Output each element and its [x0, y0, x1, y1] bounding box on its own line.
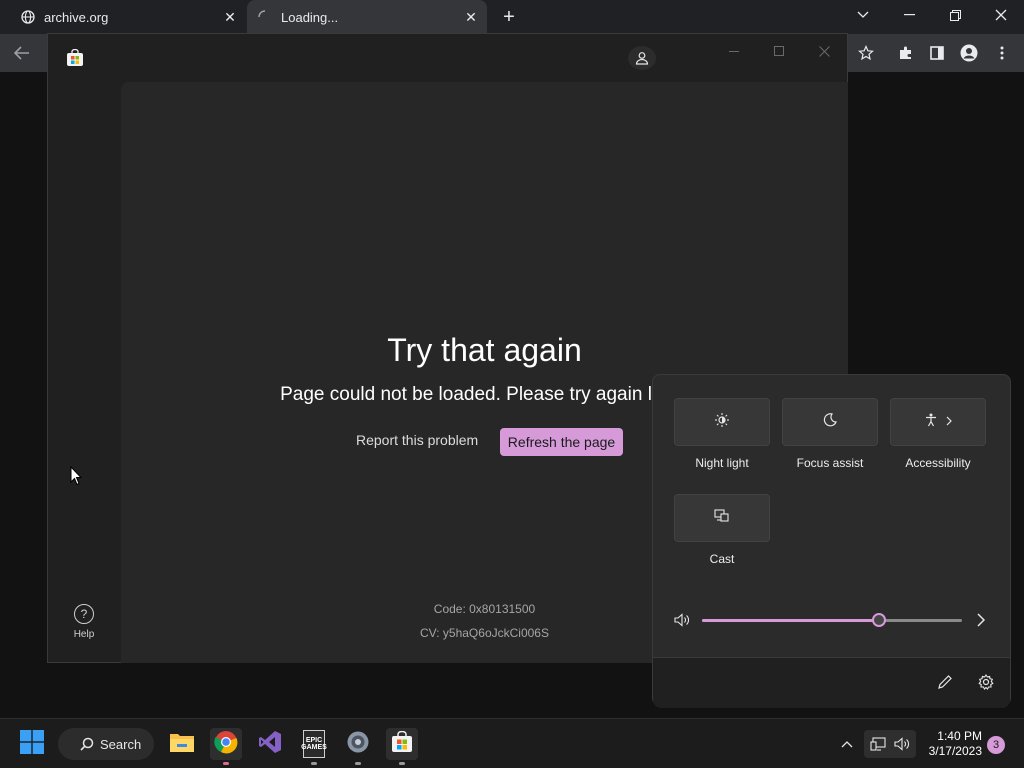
- running-indicator: [355, 762, 361, 765]
- tab-archive[interactable]: archive.org ✕: [10, 0, 246, 34]
- back-arrow-icon[interactable]: [9, 40, 35, 66]
- volume-slider-thumb[interactable]: [872, 613, 886, 627]
- running-indicator: [223, 762, 229, 765]
- accessibility-toggle[interactable]: [890, 398, 986, 446]
- night-light-label: Night light: [695, 456, 749, 470]
- cast-toggle[interactable]: [674, 494, 770, 542]
- question-mark-icon: ?: [74, 604, 94, 624]
- error-title: Try that again: [387, 332, 582, 368]
- restore-icon[interactable]: [932, 0, 978, 30]
- settings-app-gear-icon: [346, 730, 370, 759]
- browser-tab-strip: archive.org ✕ Loading... ✕ +: [0, 0, 1024, 34]
- night-light-toggle[interactable]: [674, 398, 770, 446]
- windows-logo-icon: [20, 729, 44, 759]
- chrome-icon: [214, 730, 238, 759]
- side-panel-icon[interactable]: [924, 40, 950, 66]
- start-button[interactable]: [16, 728, 48, 760]
- volume-slider[interactable]: [702, 613, 962, 627]
- refresh-page-button[interactable]: Refresh the page: [500, 428, 623, 456]
- microsoft-store-icon: [391, 730, 413, 758]
- moon-icon: [823, 412, 837, 432]
- running-indicator: [399, 762, 405, 765]
- mouse-cursor-icon: [70, 465, 83, 491]
- search-icon: [80, 737, 94, 751]
- store-title-bar: [48, 34, 847, 82]
- clock[interactable]: 1:40 PM 3/17/2023: [918, 729, 982, 759]
- store-close-icon[interactable]: [806, 38, 842, 64]
- settings-app-button[interactable]: [342, 728, 374, 765]
- network-volume-tray[interactable]: [864, 730, 916, 758]
- tab-search-chevron-icon[interactable]: [840, 0, 886, 30]
- file-explorer-button[interactable]: [166, 728, 198, 760]
- brightness-icon: [714, 412, 730, 433]
- new-tab-button[interactable]: +: [498, 6, 520, 28]
- globe-icon: [20, 9, 36, 25]
- clock-date: 3/17/2023: [928, 744, 982, 758]
- taskbar: Search EPIC GAMES 1:40 PM 3/17/2023 3: [0, 718, 1024, 768]
- tab-title: Loading...: [281, 9, 339, 25]
- edit-pencil-icon[interactable]: [937, 674, 953, 695]
- help-button[interactable]: ? Help: [72, 604, 96, 640]
- tab-close-icon[interactable]: ✕: [461, 7, 481, 27]
- store-maximize-icon[interactable]: [761, 38, 797, 64]
- search-label: Search: [100, 736, 142, 752]
- accessibility-icon: [924, 413, 938, 432]
- running-indicator: [311, 762, 317, 765]
- accessibility-label: Accessibility: [905, 456, 971, 470]
- epic-games-button[interactable]: EPIC GAMES: [298, 728, 330, 765]
- cast-icon: [714, 508, 730, 528]
- close-window-icon[interactable]: [978, 0, 1024, 30]
- microsoft-store-button[interactable]: [386, 728, 418, 765]
- taskbar-search[interactable]: Search: [58, 728, 154, 760]
- tray-overflow-chevron-icon[interactable]: [836, 733, 858, 755]
- notification-badge[interactable]: 3: [987, 736, 1005, 754]
- cast-label: Cast: [709, 552, 735, 566]
- store-logo-icon: [66, 48, 84, 67]
- extensions-puzzle-icon[interactable]: [893, 40, 919, 66]
- account-icon[interactable]: [628, 46, 656, 70]
- focus-assist-toggle[interactable]: [782, 398, 878, 446]
- store-minimize-icon[interactable]: [716, 38, 752, 64]
- focus-assist-label: Focus assist: [796, 456, 864, 470]
- bookmark-star-icon[interactable]: [853, 40, 879, 66]
- volume-icon[interactable]: [674, 612, 690, 633]
- folder-icon: [169, 731, 195, 758]
- network-icon: [870, 737, 886, 751]
- tray-volume-icon: [894, 737, 910, 751]
- report-problem-link[interactable]: Report this problem: [356, 432, 478, 448]
- tab-close-icon[interactable]: ✕: [220, 7, 240, 27]
- epic-games-icon: EPIC GAMES: [301, 730, 327, 758]
- loading-spinner-icon: [257, 9, 273, 25]
- help-label: Help: [73, 629, 95, 640]
- visual-studio-button[interactable]: [254, 728, 286, 760]
- settings-gear-icon[interactable]: [978, 673, 994, 695]
- volume-slider-fill: [702, 619, 879, 622]
- minimize-icon[interactable]: [886, 0, 932, 30]
- quick-settings-footer: [653, 657, 1010, 708]
- visual-studio-icon: [258, 730, 282, 759]
- more-menu-icon[interactable]: [989, 40, 1015, 66]
- chevron-right-icon: [946, 413, 952, 431]
- tab-loading[interactable]: Loading... ✕: [247, 0, 487, 34]
- audio-output-chevron-icon[interactable]: [977, 613, 986, 632]
- chrome-taskbar-button[interactable]: [210, 728, 242, 765]
- profile-icon[interactable]: [956, 40, 982, 66]
- quick-settings-panel: Night light Focus assist Accessibility C…: [652, 374, 1011, 708]
- clock-time: 1:40 PM: [937, 729, 982, 743]
- tab-title: archive.org: [44, 9, 109, 25]
